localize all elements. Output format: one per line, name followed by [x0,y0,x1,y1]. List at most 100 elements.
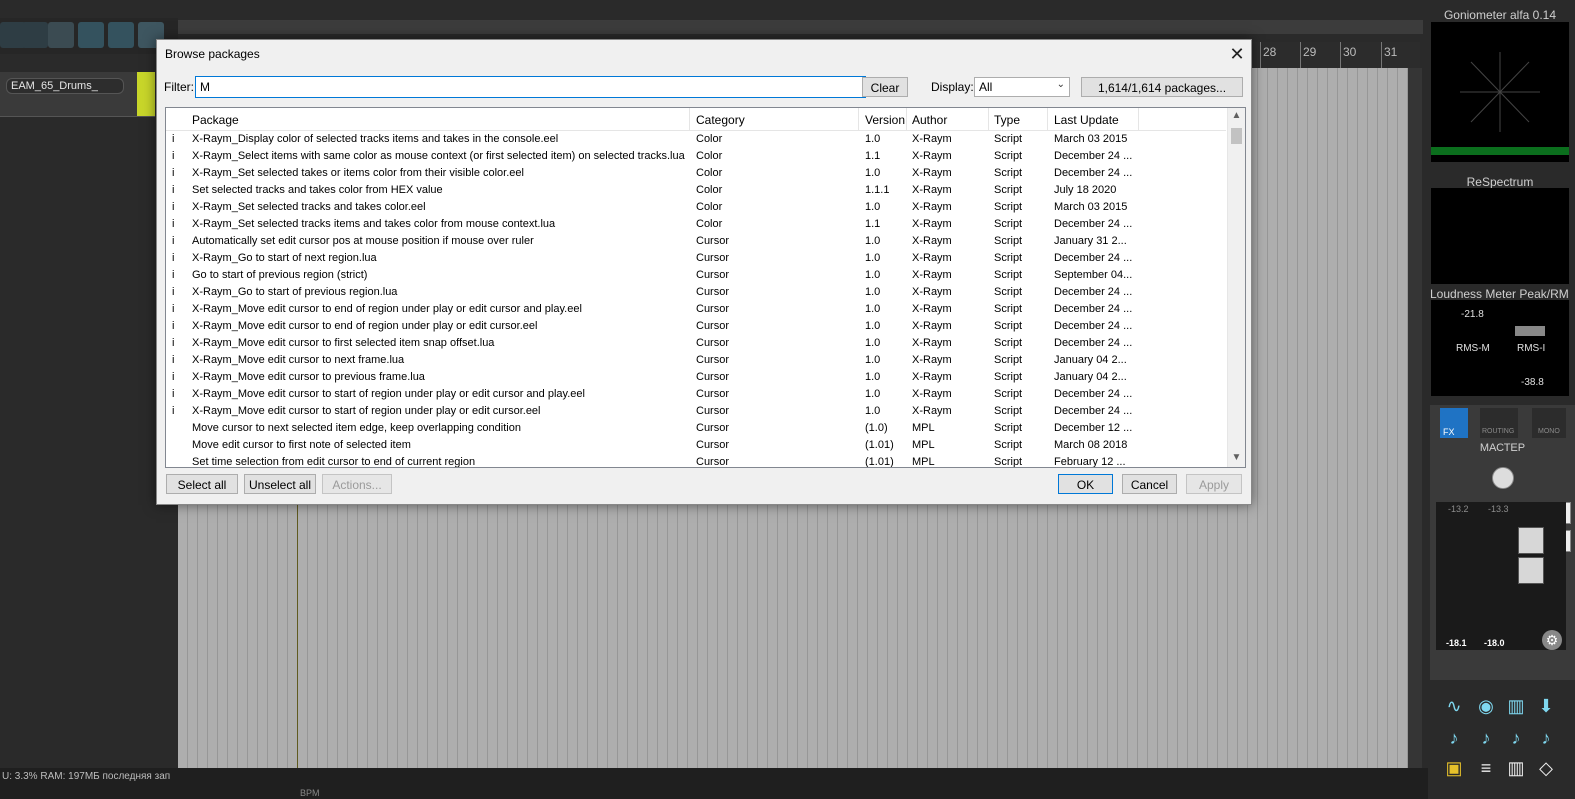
midi-note-icon[interactable]: ♪ [1502,724,1530,752]
loudness-value: -38.8 [1521,377,1544,388]
midi-note-icon[interactable]: ♪ [1440,724,1468,752]
column-header-package[interactable]: Package [192,113,239,127]
author-cell: X-Raym [912,184,952,196]
ruler-number: 28 [1263,45,1277,59]
last-update-cell: January 31 2... [1054,235,1127,247]
grid-icon[interactable] [48,22,74,48]
piano-icon[interactable]: ▥ [1502,754,1530,782]
rms-i-label: RMS-I [1517,343,1546,354]
type-cell: Script [994,133,1023,145]
gear-icon[interactable]: ⚙ [1542,630,1562,650]
table-row[interactable]: i X-Raym_Move edit cursor to end of regio… [166,318,1226,335]
midi-note-icon[interactable]: ♪ [1472,724,1500,752]
filter-input[interactable] [195,76,866,98]
table-row[interactable]: i X-Raym_Select items with same color as … [166,148,1226,165]
respectrum-title: ReSpectrum [1466,175,1534,189]
version-cell: 1.0 [865,252,881,264]
table-row[interactable]: i X-Raym_Set selected tracks items and ta… [166,216,1226,233]
master-pan-knob[interactable] [1492,467,1514,489]
packages-count-button[interactable]: 1,614/1,614 packages... [1081,77,1243,97]
table-row[interactable]: i X-Raym_Move edit cursor to start of reg… [166,403,1226,420]
row-status-flag: i [172,201,175,213]
scroll-thumb[interactable] [1231,128,1242,144]
shield-icon[interactable]: ◇ [1532,754,1560,782]
table-header: ^ Package Category Version Author Type L… [166,108,1226,131]
table-row[interactable]: i X-Raym_Move edit cursor to start of reg… [166,386,1226,403]
package-name-cell: X-Raym_Move edit cursor to next frame.lu… [192,354,405,366]
table-row[interactable]: i X-Raym_Set selected takes or items colo… [166,165,1226,182]
waveform-icon[interactable]: ∿ [1440,692,1468,720]
actions-button[interactable]: Actions... [322,474,392,494]
type-cell: Script [994,201,1023,213]
performance-status: U: 3.3% RAM: 197МБ последняя зап [2,771,171,782]
table-row[interactable]: i Go to start of previous region (strict)… [166,267,1226,284]
table-row[interactable]: i X-Raym_Go to start of previous region.l… [166,284,1226,301]
author-cell: X-Raym [912,167,952,179]
envelope-icon[interactable] [108,22,134,48]
table-vertical-scrollbar[interactable]: ▲ ▼ [1227,108,1245,467]
last-update-cell: March 03 2015 [1054,133,1128,145]
column-header-last-update[interactable]: Last Update [1054,113,1119,127]
type-cell: Script [994,371,1023,383]
toolbar-icon-2[interactable] [22,22,48,48]
mono-button[interactable]: MONO [1532,408,1566,438]
timeline-ruler[interactable]: 28 29 30 31 [1250,42,1420,70]
table-row[interactable]: i X-Raym_Move edit cursor to end of regio… [166,301,1226,318]
meter-readout-left: -18.1 [1446,638,1467,648]
column-header-version[interactable]: Version [865,113,905,127]
apply-button[interactable]: Apply [1186,474,1242,494]
mixer-icon[interactable]: ▥ [1502,692,1530,720]
version-cell: 1.1.1 [865,184,890,196]
close-icon[interactable]: ✕ [1227,44,1247,64]
table-row[interactable]: i X-Raym_Display color of selected tracks… [166,131,1226,148]
package-name-cell: Automatically set edit cursor pos at mou… [192,235,534,247]
table-row[interactable]: Move cursor to next selected item edge, … [166,420,1226,437]
display-select[interactable]: All ⌄ [974,77,1070,97]
arrange-vertical-scrollbar[interactable] [1408,68,1422,768]
track-name[interactable]: EAM_65_Drums_ [6,78,124,94]
column-header-category[interactable]: Category [696,113,745,127]
last-update-cell: March 03 2015 [1054,201,1128,213]
folder-icon[interactable]: ▣ [1440,754,1468,782]
scroll-up-icon[interactable]: ▲ [1228,110,1245,121]
last-update-cell: December 24 ... [1054,405,1133,417]
package-name-cell: X-Raym_Move edit cursor to previous fram… [192,371,425,383]
category-cell: Color [696,184,723,196]
column-header-author[interactable]: Author [912,113,947,127]
ok-button[interactable]: OK [1058,474,1113,494]
snap-icon[interactable] [78,22,104,48]
fx-eye-icon[interactable]: ◉ [1472,692,1500,720]
list-icon[interactable]: ≡ [1472,754,1500,782]
table-row[interactable]: i X-Raym_Move edit cursor to next frame.l… [166,352,1226,369]
fx-button[interactable]: FX [1440,408,1468,438]
scroll-down-icon[interactable]: ▼ [1228,452,1245,463]
packages-table[interactable]: ^ Package Category Version Author Type L… [165,107,1246,468]
table-row[interactable]: i X-Raym_Set selected tracks and takes co… [166,199,1226,216]
meter-readout-right: -18.0 [1484,638,1505,648]
master-fader-handle[interactable] [1518,527,1544,554]
table-row[interactable]: Set time selection from edit cursor to e… [166,454,1226,467]
routing-button[interactable]: ROUTING [1480,408,1518,438]
master-fader-handle[interactable] [1518,557,1544,584]
type-cell: Script [994,422,1023,434]
table-row[interactable]: i X-Raym_Move edit cursor to previous fra… [166,369,1226,386]
type-cell: Script [994,303,1023,315]
table-row[interactable]: i X-Raym_Go to start of next region.lua Cu… [166,250,1226,267]
download-icon[interactable]: ⬇ [1532,692,1560,720]
author-cell: X-Raym [912,150,952,162]
cancel-button[interactable]: Cancel [1122,474,1177,494]
select-all-button[interactable]: Select all [166,474,238,494]
unselect-all-button[interactable]: Unselect all [244,474,316,494]
table-row[interactable]: i X-Raym_Move edit cursor to first select… [166,335,1226,352]
table-row[interactable]: Move edit cursor to first note of select… [166,437,1226,454]
version-cell: 1.0 [865,167,881,179]
clear-button[interactable]: Clear [862,77,908,97]
type-cell: Script [994,439,1023,451]
column-header-type[interactable]: Type [994,113,1020,127]
table-row[interactable]: i Automatically set edit cursor pos at mo… [166,233,1226,250]
version-cell: 1.0 [865,388,881,400]
table-row[interactable]: i Set selected tracks and takes color fro… [166,182,1226,199]
ruler-number: 30 [1343,45,1357,59]
midi-note-icon[interactable]: ♪ [1532,724,1560,752]
package-name-cell: X-Raym_Go to start of previous region.lu… [192,286,398,298]
